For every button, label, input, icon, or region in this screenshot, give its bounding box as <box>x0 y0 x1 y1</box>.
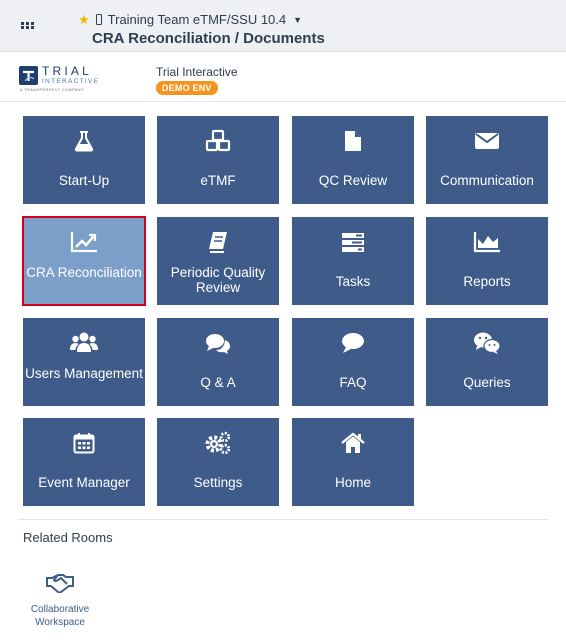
collaborative-workspace-link[interactable]: Collaborative Workspace <box>24 603 96 629</box>
cogs-icon <box>157 428 279 458</box>
tile-reports[interactable]: Reports <box>426 217 548 305</box>
users-icon <box>23 328 145 358</box>
tasks-icon <box>292 227 414 257</box>
tile-event-manager[interactable]: Event Manager <box>23 418 145 506</box>
trial-interactive-logo: TRIAL INTERACTIVE A TRANSPERFECT COMPANY <box>19 64 99 92</box>
top-header: ★ Training Team eTMF/SSU 10.4 ▼ CRA Reco… <box>0 0 566 52</box>
tile-tasks[interactable]: Tasks <box>292 217 414 305</box>
favorite-star-icon[interactable]: ★ <box>78 13 90 26</box>
tile-label: Tasks <box>335 274 371 289</box>
tile-label: FAQ <box>339 375 367 390</box>
tile-settings[interactable]: Settings <box>157 418 279 506</box>
envelope-icon <box>426 126 548 156</box>
tile-q-and-a[interactable]: Q & A <box>157 318 279 406</box>
chevron-down-icon[interactable]: ▼ <box>293 15 302 25</box>
brand-name: Trial Interactive <box>156 65 238 79</box>
book-icon <box>157 227 279 257</box>
area-chart-icon <box>426 227 548 257</box>
trend-chart-icon <box>23 227 145 257</box>
comments-icon <box>157 328 279 358</box>
svg-text:INTERACTIVE: INTERACTIVE <box>42 78 99 85</box>
tile-label: QC Review <box>318 173 388 188</box>
tile-queries[interactable]: Queries <box>426 318 548 406</box>
tile-label: CRA Reconciliation <box>26 265 142 280</box>
env-badge: DEMO ENV <box>156 81 218 95</box>
tile-users-management[interactable]: Users Management <box>23 318 145 406</box>
file-icon <box>292 126 414 156</box>
tile-label: Event Manager <box>38 475 130 490</box>
section-divider <box>18 519 548 520</box>
tile-cra-reconciliation[interactable]: CRA Reconciliation <box>22 216 146 306</box>
mobile-icon <box>95 14 102 25</box>
tile-label: Periodic Quality Review <box>170 265 266 295</box>
tile-label: Start-Up <box>58 173 110 188</box>
room-selector[interactable]: ★ Training Team eTMF/SSU 10.4 ▼ <box>78 12 302 27</box>
calendar-icon <box>23 428 145 458</box>
tile-label: Q & A <box>200 375 236 390</box>
svg-text:A TRANSPERFECT COMPANY: A TRANSPERFECT COMPANY <box>20 88 84 92</box>
tile-label: Queries <box>463 375 511 390</box>
tile-etmf[interactable]: eTMF <box>157 116 279 204</box>
app-grid-icon[interactable] <box>18 17 38 37</box>
tile-label: Settings <box>193 475 243 490</box>
cubes-icon <box>157 126 279 156</box>
tile-communication[interactable]: Communication <box>426 116 548 204</box>
tile-periodic-quality-review[interactable]: Periodic Quality Review <box>157 217 279 305</box>
page-title: CRA Reconciliation / Documents <box>92 30 325 47</box>
tile-label: eTMF <box>200 173 236 188</box>
wechat-icon <box>426 328 548 358</box>
handshake-icon[interactable] <box>46 573 74 594</box>
tile-qc-review[interactable]: QC Review <box>292 116 414 204</box>
brand-bar: TRIAL INTERACTIVE A TRANSPERFECT COMPANY… <box>0 52 566 102</box>
tile-label: Communication <box>440 173 534 188</box>
tile-start-up[interactable]: Start-Up <box>23 116 145 204</box>
home-icon <box>292 428 414 458</box>
comment-icon <box>292 328 414 358</box>
tile-faq[interactable]: FAQ <box>292 318 414 406</box>
flask-icon <box>23 126 145 156</box>
tile-home[interactable]: Home <box>292 418 414 506</box>
tile-label: Home <box>334 475 371 490</box>
tile-label: Reports <box>463 274 511 289</box>
related-rooms-title: Related Rooms <box>23 530 113 545</box>
room-name: Training Team eTMF/SSU 10.4 <box>107 12 287 27</box>
tile-label: Users Management <box>25 366 143 381</box>
svg-text:TRIAL: TRIAL <box>42 64 92 78</box>
